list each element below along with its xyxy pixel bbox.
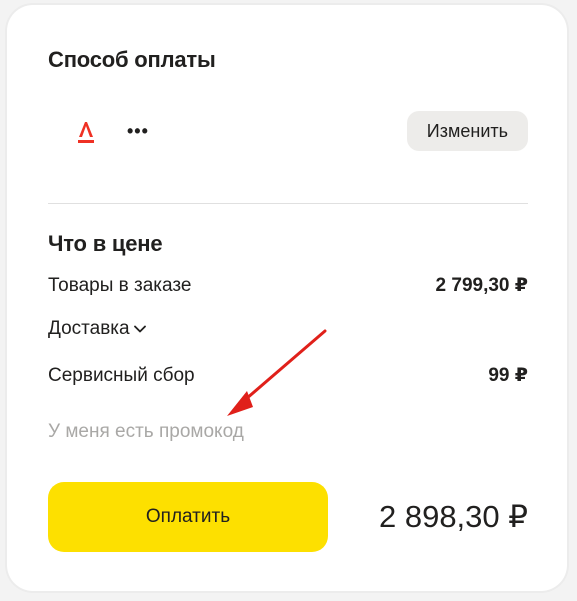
service-fee-row: Сервисный сбор 99 ₽ bbox=[48, 363, 528, 389]
price-breakdown-title: Что в цене bbox=[48, 231, 163, 256]
card-number-mask: ••• bbox=[127, 121, 149, 141]
delivery-toggle[interactable]: Доставка bbox=[48, 316, 146, 342]
payment-method-row: ••• Изменить bbox=[48, 111, 528, 155]
promo-code-link[interactable]: У меня есть промокод bbox=[48, 419, 244, 445]
items-total-label: Товары в заказе bbox=[48, 275, 192, 296]
chevron-down-icon bbox=[133, 325, 146, 333]
payment-card: Способ оплаты ••• Изменить Что в цене То… bbox=[7, 5, 567, 591]
divider bbox=[48, 203, 528, 204]
items-total-value: 2 799,30 ₽ bbox=[435, 275, 528, 296]
change-payment-button[interactable]: Изменить bbox=[406, 111, 528, 151]
order-total: 2 898,30 ₽ bbox=[378, 499, 528, 534]
service-fee-value: 99 ₽ bbox=[488, 365, 528, 386]
delivery-label: Доставка bbox=[48, 318, 130, 339]
pay-button[interactable]: Оплатить bbox=[48, 482, 328, 552]
payment-method-title: Способ оплаты bbox=[48, 47, 216, 72]
service-fee-label: Сервисный сбор bbox=[48, 365, 195, 386]
items-total-row: Товары в заказе 2 799,30 ₽ bbox=[48, 273, 528, 299]
alfa-bank-icon bbox=[76, 119, 96, 145]
